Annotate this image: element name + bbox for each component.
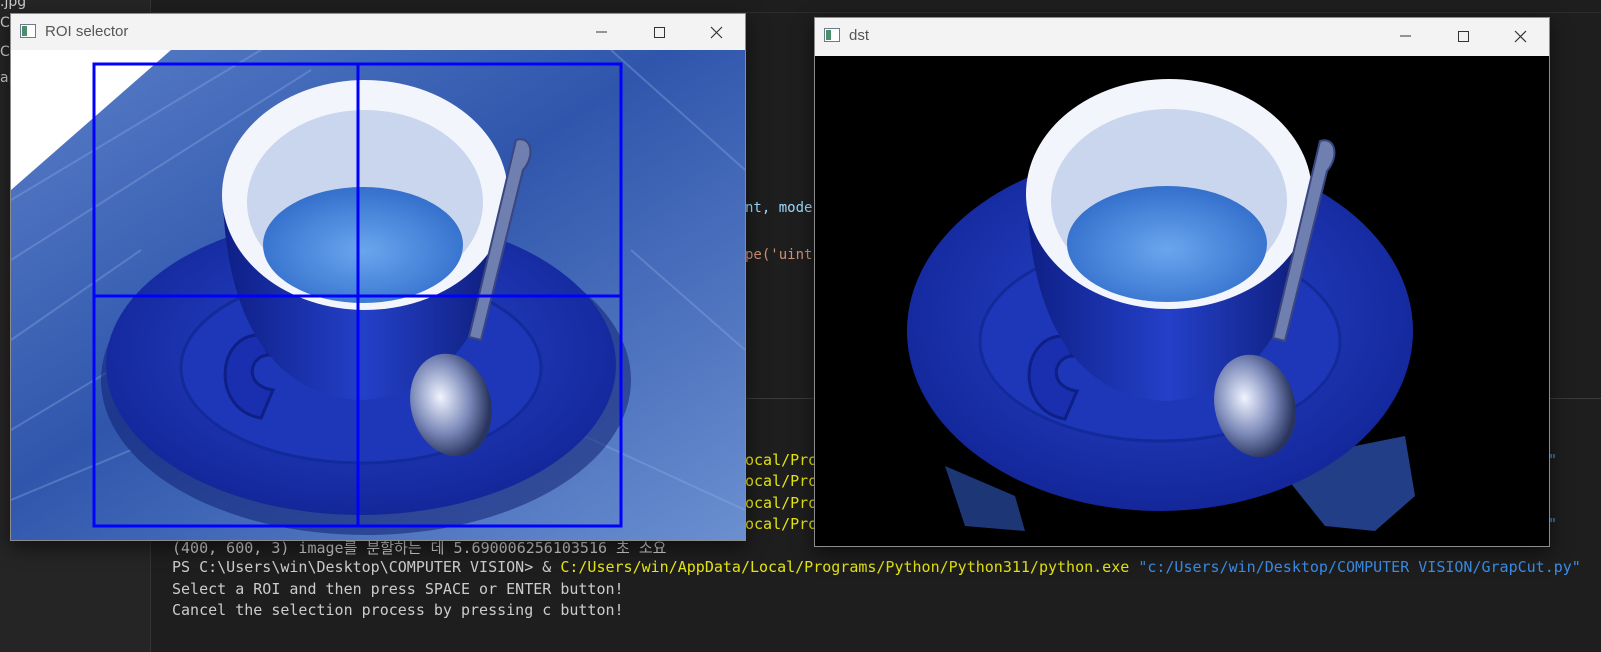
terminal-line: ocal/Pro [745, 494, 818, 512]
title-bar[interactable]: dst [815, 18, 1549, 56]
title-bar[interactable]: ROI selector [11, 14, 745, 50]
terminal-command-line: PS C:\Users\win\Desktop\COMPUTER VISION>… [172, 558, 1581, 576]
explorer-item[interactable]: C [0, 44, 10, 60]
explorer-item[interactable]: C [0, 15, 10, 31]
code-line: pe('uint [745, 247, 813, 263]
close-icon [1514, 30, 1527, 43]
opencv-app-icon [824, 28, 840, 42]
maximize-icon [654, 27, 665, 38]
opencv-app-icon [20, 24, 36, 38]
maximize-button[interactable] [636, 14, 682, 50]
dst-image [815, 56, 1549, 546]
close-icon [710, 26, 723, 39]
minimize-button[interactable] [578, 14, 624, 50]
image-canvas[interactable] [11, 50, 745, 540]
window-title: dst [849, 27, 870, 44]
code-line: nt, mode [745, 200, 813, 216]
roi-selector-window[interactable]: ROI selector [10, 13, 746, 541]
roi-image[interactable] [11, 50, 745, 540]
minimize-button[interactable] [1382, 18, 1428, 54]
window-title: ROI selector [45, 23, 129, 40]
minimize-icon [1400, 35, 1411, 37]
terminal-line: ocal/Pro [745, 472, 818, 490]
maximize-icon [1458, 31, 1469, 42]
explorer-item[interactable]: .jpg [0, 0, 26, 10]
maximize-button[interactable] [1440, 18, 1486, 54]
close-button[interactable] [1497, 18, 1543, 54]
minimize-icon [596, 31, 607, 33]
image-canvas[interactable] [815, 56, 1549, 546]
terminal-output-line: Select a ROI and then press SPACE or ENT… [172, 580, 624, 598]
terminal-line: ocal/Pro [745, 451, 818, 469]
terminal-line: ocal/Pro [745, 515, 818, 533]
close-button[interactable] [693, 14, 739, 50]
dst-window[interactable]: dst [814, 17, 1550, 547]
terminal-output-line: Cancel the selection process by pressing… [172, 601, 624, 619]
